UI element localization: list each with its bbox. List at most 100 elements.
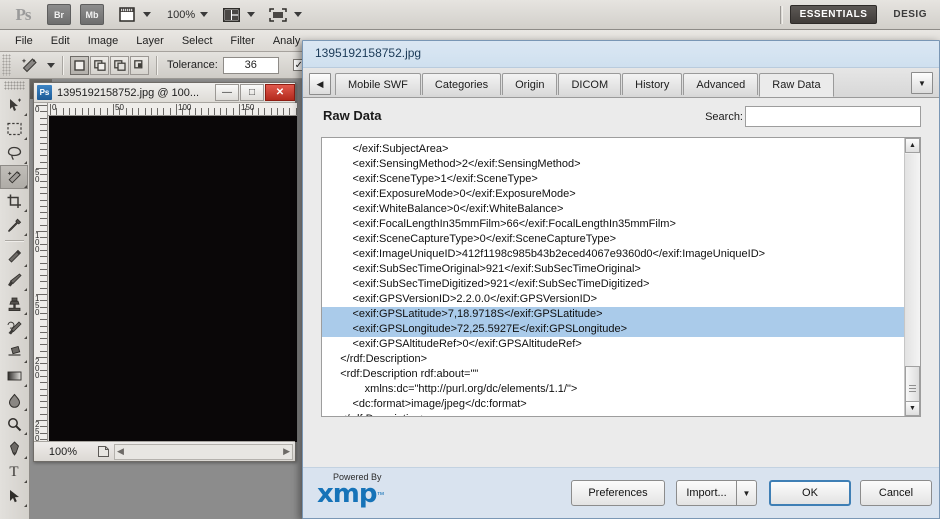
screen-mode-chevron-down-icon[interactable] (294, 12, 303, 17)
preferences-button[interactable]: Preferences (571, 480, 665, 506)
raw-data-textarea[interactable]: </exif:SubjectArea> <exif:SensingMethod>… (321, 137, 921, 417)
add-to-selection-button[interactable] (90, 55, 109, 75)
arrange-documents-icon[interactable] (220, 4, 242, 26)
menu-file[interactable]: File (6, 33, 42, 49)
ok-button[interactable]: OK (769, 480, 851, 506)
raw-data-line[interactable]: <exif:SceneCaptureType>0</exif:SceneCapt… (322, 232, 904, 247)
search-input[interactable] (746, 107, 920, 126)
tab-raw-data[interactable]: Raw Data (759, 73, 834, 97)
tab-overflow-chevron-down-icon[interactable]: ▼ (911, 72, 933, 94)
maximize-icon[interactable]: □ (240, 84, 264, 101)
raw-data-line[interactable]: <exif:FocalLengthIn35mmFilm>66</exif:Foc… (322, 217, 904, 232)
lasso-tool[interactable] (0, 141, 28, 165)
options-bar-grip[interactable] (2, 54, 11, 76)
clone-stamp-tool[interactable] (0, 292, 28, 316)
brush-tool[interactable] (0, 268, 28, 292)
raw-data-line-highlighted[interactable]: <exif:GPSLongitude>72,25.5927E</exif:GPS… (322, 322, 904, 337)
menu-select[interactable]: Select (173, 33, 222, 49)
screen-mode-icon[interactable] (267, 4, 289, 26)
options-separator-2 (156, 55, 157, 75)
raw-data-line-highlighted[interactable]: <exif:GPSLatitude>7,18.9718S</exif:GPSLa… (322, 307, 904, 322)
raw-data-line[interactable]: <exif:GPSAltitudeRef>0</exif:GPSAltitude… (322, 337, 904, 352)
document-zoom-level[interactable]: 100% (34, 446, 92, 458)
raw-data-line[interactable]: <rdf:Description rdf:about="" (322, 367, 904, 382)
menu-edit[interactable]: Edit (42, 33, 79, 49)
launch-mini-bridge-button[interactable]: Mb (80, 4, 104, 25)
horizontal-type-tool[interactable]: T (0, 460, 28, 484)
raw-data-line[interactable]: <exif:SensingMethod>2</exif:SensingMetho… (322, 157, 904, 172)
tolerance-input[interactable]: 36 (222, 56, 279, 74)
tab-scroll-left-button[interactable]: ◀ (309, 73, 331, 95)
tab-mobile-swf[interactable]: Mobile SWF (335, 73, 421, 95)
raw-data-line[interactable]: <dc:format>image/jpeg</dc:format> (322, 397, 904, 412)
launch-bridge-button[interactable]: Br (47, 4, 71, 25)
tools-panel-grip[interactable] (4, 81, 25, 90)
crop-tool[interactable] (0, 189, 28, 213)
view-extras-chevron-down-icon[interactable] (143, 12, 151, 17)
raw-data-vertical-scrollbar[interactable]: ▲ ▼ (904, 138, 920, 416)
workspace-essentials-button[interactable]: ESSENTIALS (789, 5, 878, 24)
magic-wand-icon[interactable] (16, 54, 42, 76)
arrange-documents-chevron-down-icon[interactable] (247, 12, 256, 17)
menu-filter[interactable]: Filter (221, 33, 263, 49)
scroll-left-icon[interactable]: ◀ (117, 446, 124, 457)
search-field[interactable] (745, 106, 921, 127)
menu-layer[interactable]: Layer (127, 33, 173, 49)
scroll-right-icon[interactable]: ▶ (283, 446, 290, 457)
tab-advanced[interactable]: Advanced (683, 73, 759, 95)
rectangular-marquee-tool[interactable] (0, 117, 28, 141)
scroll-up-icon[interactable]: ▲ (905, 138, 920, 153)
raw-data-line[interactable]: <exif:WhiteBalance>0</exif:WhiteBalance> (322, 202, 904, 217)
tab-dicom[interactable]: DICOM (558, 73, 622, 95)
horizontal-ruler[interactable]: 050100150200 (48, 103, 297, 116)
raw-data-line[interactable]: </rdf:Description> (322, 412, 904, 416)
history-brush-tool[interactable] (0, 316, 28, 340)
eraser-tool[interactable] (0, 340, 28, 364)
scrollbar-track[interactable] (905, 154, 920, 411)
image-canvas[interactable] (49, 116, 297, 442)
raw-data-line[interactable]: <exif:ExposureMode>0</exif:ExposureMode> (322, 187, 904, 202)
subtract-from-selection-button[interactable] (110, 55, 129, 75)
raw-data-content[interactable]: </exif:SubjectArea> <exif:SensingMethod>… (322, 138, 904, 416)
eyedropper-tool[interactable] (0, 213, 28, 237)
raw-data-line[interactable]: <exif:SubSecTimeDigitized>921</exif:SubS… (322, 277, 904, 292)
new-selection-button[interactable] (70, 55, 89, 75)
dodge-tool[interactable] (0, 412, 28, 436)
xmp-trademark-icon: ™ (376, 490, 385, 500)
document-info-icon[interactable] (92, 443, 114, 461)
raw-data-line[interactable]: <exif:GPSVersionID>2.2.0.0</exif:GPSVers… (322, 292, 904, 307)
document-title-bar[interactable]: Ps 1395192158752.jpg @ 100... — □ ✕ (34, 83, 295, 103)
blur-tool[interactable] (0, 388, 28, 412)
workspace-design-button[interactable]: DESIG (884, 5, 936, 24)
tab-origin[interactable]: Origin (502, 73, 558, 95)
intersect-with-selection-button[interactable] (130, 55, 149, 75)
tab-history[interactable]: History (622, 73, 683, 95)
raw-data-line[interactable]: xmlns:dc="http://purl.org/dc/elements/1.… (322, 382, 904, 397)
path-selection-tool[interactable] (0, 484, 28, 508)
raw-data-line[interactable]: <exif:SubSecTimeOriginal>921</exif:SubSe… (322, 262, 904, 277)
import-chevron-down-icon[interactable]: ▼ (737, 480, 757, 506)
tab-categories[interactable]: Categories (421, 73, 502, 95)
close-icon[interactable]: ✕ (265, 84, 295, 101)
crop-tool-flyout-triangle (24, 209, 27, 212)
spot-healing-brush-tool[interactable] (0, 244, 28, 268)
pen-tool[interactable] (0, 436, 28, 460)
menu-image[interactable]: Image (79, 33, 128, 49)
tool-preset-chevron-down-icon[interactable] (47, 62, 55, 68)
gradient-tool[interactable] (0, 364, 28, 388)
raw-data-line[interactable]: <exif:ImageUniqueID>412f1198c985b43b2ece… (322, 247, 904, 262)
magic-wand-tool[interactable] (0, 165, 28, 189)
zoom-chevron-down-icon[interactable] (200, 12, 209, 17)
vertical-ruler[interactable]: 05 01 0 01 5 02 0 02 5 03 0 0 (34, 103, 48, 442)
minimize-icon[interactable]: — (215, 84, 239, 101)
ruler-tick (131, 108, 133, 115)
raw-data-line[interactable]: </exif:SubjectArea> (322, 142, 904, 157)
raw-data-line[interactable]: </rdf:Description> (322, 352, 904, 367)
cancel-button[interactable]: Cancel (860, 480, 932, 506)
scroll-down-icon[interactable]: ▼ (905, 401, 920, 416)
view-extras-icon[interactable] (116, 4, 138, 26)
raw-data-line[interactable]: <exif:SceneType>1</exif:SceneType> (322, 172, 904, 187)
horizontal-scrollbar[interactable]: ◀ ▶ (114, 443, 293, 460)
move-tool[interactable] (0, 93, 28, 117)
import-button[interactable]: Import... (676, 480, 737, 506)
